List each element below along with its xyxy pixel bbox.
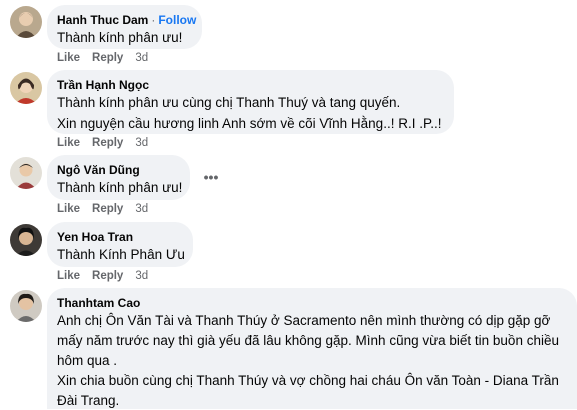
separator-dot: ·: [151, 13, 156, 27]
avatar-photo-icon: [10, 290, 42, 322]
comment-author[interactable]: Trần Hạnh Ngọc: [57, 78, 442, 93]
more-options-icon[interactable]: •••: [199, 168, 223, 192]
comment-actions: Like Reply 3d: [57, 52, 160, 64]
comment-bubble: Thanhtam Cao Anh chị Ôn Văn Tài và Thanh…: [47, 288, 577, 409]
reply-button[interactable]: Reply: [92, 270, 123, 282]
comment-text: Xin chia buồn cùng chị Thanh Thúy và vợ …: [57, 373, 559, 388]
reply-button[interactable]: Reply: [92, 203, 123, 215]
like-button[interactable]: Like: [57, 203, 80, 215]
comment-text: Thành kính phân ưu!: [57, 180, 183, 195]
comment-author[interactable]: Hanh Thuc Dam: [57, 13, 148, 27]
avatar-photo-icon: [10, 224, 42, 256]
avatar[interactable]: [10, 290, 42, 322]
comment-author[interactable]: Yen Hoa Tran: [57, 230, 181, 245]
avatar-photo-icon: [10, 157, 42, 189]
comment-time[interactable]: 3d: [135, 270, 148, 282]
comment-text: Anh chị Ôn Văn Tài và Thanh Thúy ở Sacra…: [57, 313, 551, 328]
comment-text: Thành kính phân ưu cùng chị Thanh Thuý v…: [57, 95, 401, 110]
comment-bubble: Ngô Văn Dũng Thành kính phân ưu!: [47, 155, 190, 200]
like-button[interactable]: Like: [57, 52, 80, 64]
comment-bubble: Hanh Thuc Dam · Follow Thành kính phân ưu!: [47, 5, 202, 49]
reply-button[interactable]: Reply: [92, 52, 123, 64]
comment-time[interactable]: 3d: [135, 137, 148, 149]
comment-bubble: Yen Hoa Tran Thành Kính Phân Ưu: [47, 222, 193, 267]
comment-text: Thành kính phân ưu!: [57, 30, 183, 45]
like-button[interactable]: Like: [57, 137, 80, 149]
comment-text: Xin nguyện cầu hương linh Anh sớm về cõi…: [57, 116, 442, 131]
comment-actions: Like Reply 3d: [57, 270, 160, 282]
comment-actions: Like Reply 3d: [57, 137, 160, 149]
avatar-photo-icon: [10, 6, 42, 38]
comment-text: hôm qua .: [57, 353, 118, 368]
reply-button[interactable]: Reply: [92, 137, 123, 149]
avatar[interactable]: [10, 72, 42, 104]
comment-author[interactable]: Thanhtam Cao: [57, 296, 565, 311]
comment-author[interactable]: Ngô Văn Dũng: [57, 163, 178, 178]
comment-text: Thành Kính Phân Ưu: [57, 247, 185, 262]
follow-button[interactable]: Follow: [158, 13, 196, 27]
comment-actions: Like Reply 3d: [57, 203, 160, 215]
comment-text: mấy năm trước nay thì già yếu đã lâu khô…: [57, 333, 559, 348]
comment-bubble: Trần Hạnh Ngọc Thành kính phân ưu cùng c…: [47, 70, 454, 134]
comment-time[interactable]: 3d: [135, 203, 148, 215]
avatar-photo-icon: [10, 72, 42, 104]
avatar[interactable]: [10, 157, 42, 189]
avatar[interactable]: [10, 224, 42, 256]
comment-time[interactable]: 3d: [135, 52, 148, 64]
like-button[interactable]: Like: [57, 270, 80, 282]
comment-text: Đài Trang.: [57, 393, 120, 408]
avatar[interactable]: [10, 6, 42, 38]
